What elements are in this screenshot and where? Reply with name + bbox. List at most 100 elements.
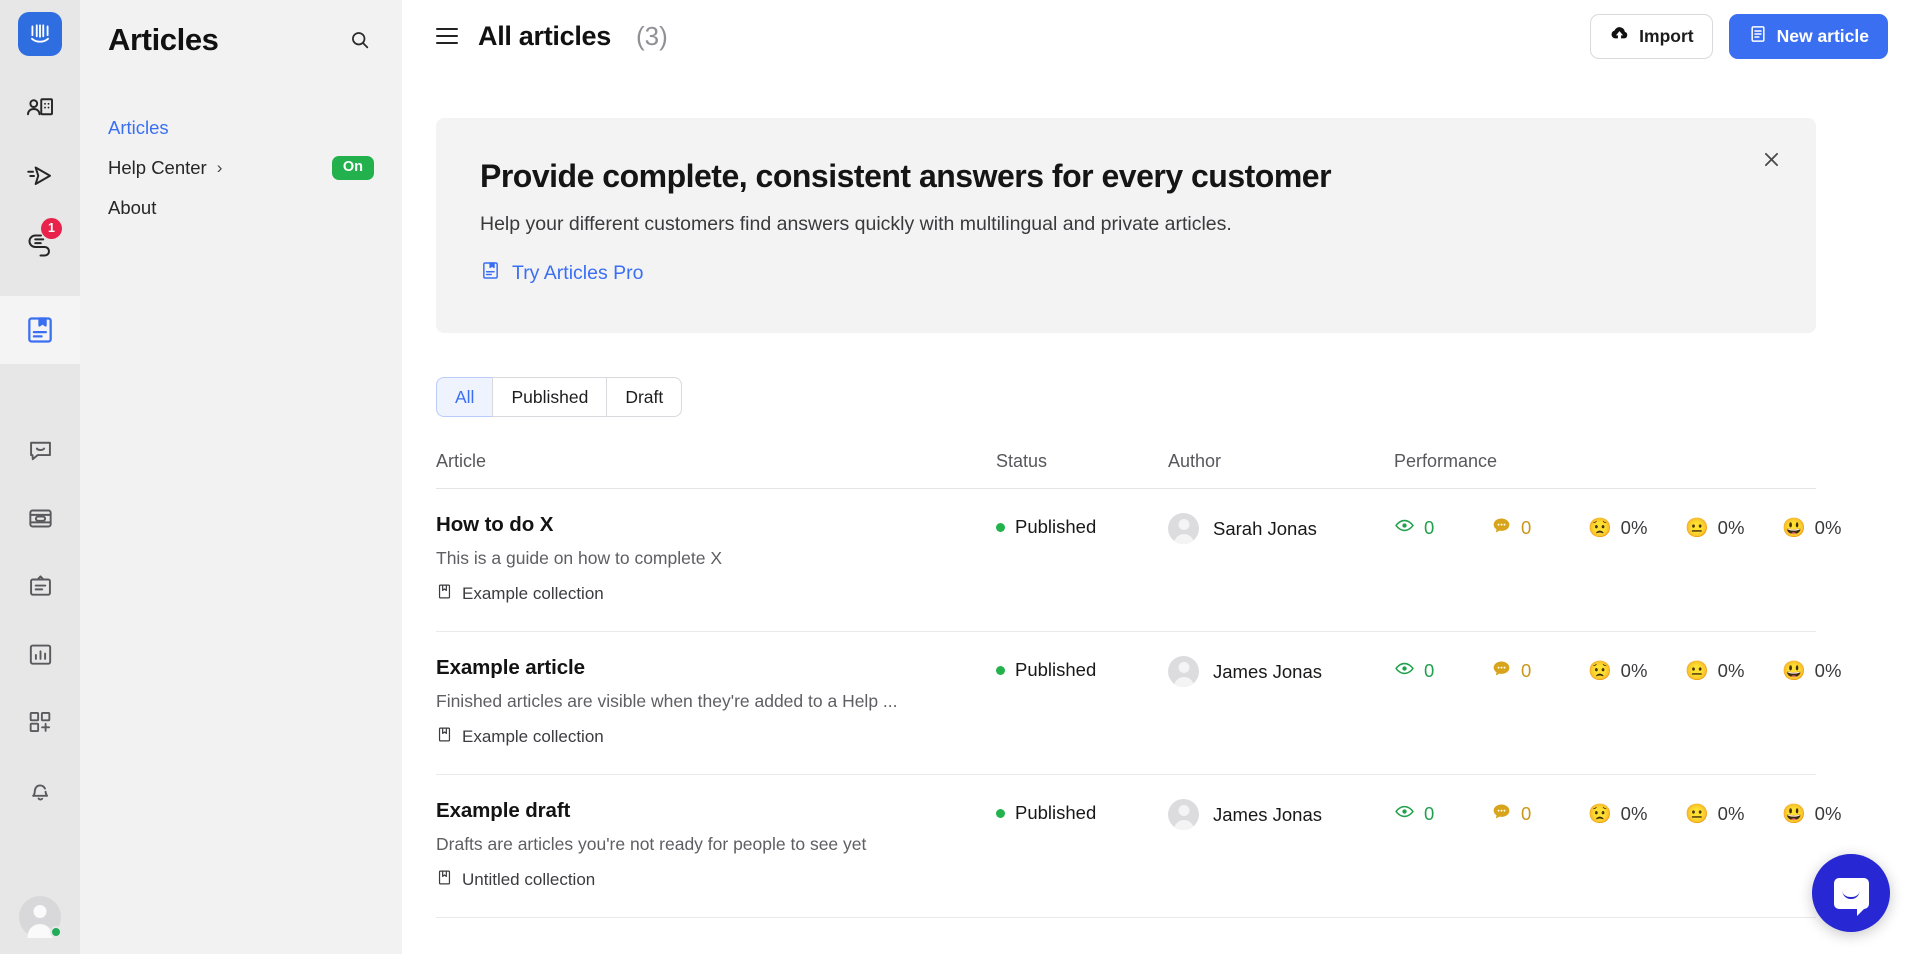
articles-table: Article Status Author Performance How to… <box>436 451 1841 918</box>
rail-item-surveys[interactable] <box>0 552 80 620</box>
avatar <box>1168 799 1199 830</box>
metric-comments: 0 <box>1491 515 1588 541</box>
neutral-face-emoji: 😐 <box>1685 517 1709 539</box>
tab-all[interactable]: All <box>436 377 493 417</box>
metric-sad-reaction: 😟 0% <box>1588 803 1685 825</box>
author-cell: James Jonas <box>1168 799 1394 830</box>
collection-book-icon <box>436 726 453 748</box>
status-dot <box>996 522 1005 532</box>
neutral-face-emoji: 😐 <box>1685 803 1709 825</box>
performance-cell: 0 0 😟 0% 😐 0% 😃 0% <box>1394 656 1879 684</box>
neutral-face-emoji: 😐 <box>1685 660 1709 682</box>
articles-sidebar: Articles Articles Help Center › On About <box>80 0 402 954</box>
avatar[interactable] <box>19 896 62 938</box>
status-dot <box>996 808 1005 818</box>
status-label: Published <box>1015 659 1097 680</box>
smile-shape <box>1842 891 1860 899</box>
rail-item-reports[interactable] <box>0 620 80 688</box>
sidebar-item-help-center[interactable]: Help Center › On <box>108 148 374 188</box>
sidebar-item-label: Articles <box>108 117 169 138</box>
sidebar-item-articles[interactable]: Articles <box>108 108 374 148</box>
tab-draft[interactable]: Draft <box>606 377 683 417</box>
sidebar-header: Articles <box>108 0 374 74</box>
metric-happy-value: 0% <box>1814 803 1842 824</box>
metric-neutral-reaction: 😐 0% <box>1685 517 1782 539</box>
sidebar-nav: Articles Help Center › On About <box>108 108 374 228</box>
author-name: James Jonas <box>1213 660 1322 682</box>
author-cell: James Jonas <box>1168 656 1394 687</box>
performance-cell: 0 0 😟 0% 😐 0% 😃 0% <box>1394 799 1879 827</box>
avatar-head <box>33 905 47 918</box>
rail-item-tours[interactable] <box>0 484 80 552</box>
table-row[interactable]: Example draft Drafts are articles you're… <box>436 775 1841 918</box>
sidebar-item-label: About <box>108 197 157 218</box>
happy-face-emoji: 😃 <box>1782 660 1806 682</box>
articles-doc-icon <box>480 260 501 287</box>
metric-sad-reaction: 😟 0% <box>1588 660 1685 682</box>
metric-views-value: 0 <box>1424 660 1435 681</box>
article-title: How to do X <box>436 513 554 536</box>
collection-book-icon <box>436 583 453 605</box>
eye-icon <box>1394 515 1415 541</box>
rail-item-outbound[interactable] <box>0 142 80 210</box>
article-cell[interactable]: Example article Finished articles are vi… <box>436 656 996 748</box>
table-row[interactable]: Example article Finished articles are vi… <box>436 632 1841 775</box>
rail-item-app-store[interactable] <box>0 688 80 756</box>
content-scroll-area: Provide complete, consistent answers for… <box>402 72 1920 954</box>
try-articles-pro-link[interactable]: Try Articles Pro <box>480 260 643 287</box>
sad-face-emoji: 😟 <box>1588 517 1612 539</box>
new-article-button[interactable]: New article <box>1728 13 1888 59</box>
close-icon[interactable] <box>1756 144 1786 174</box>
metric-views: 0 <box>1394 515 1491 541</box>
article-title: Example article <box>436 656 585 679</box>
article-cell[interactable]: Example draft Drafts are articles you're… <box>436 799 996 891</box>
collection-book-icon <box>436 869 453 891</box>
new-article-button-label: New article <box>1776 25 1869 46</box>
rail-item-notifications[interactable] <box>0 756 80 824</box>
avatar <box>1168 513 1199 544</box>
article-cell[interactable]: How to do X This is a guide on how to co… <box>436 513 996 605</box>
cloud-upload-icon <box>1609 23 1630 49</box>
hamburger-menu-icon[interactable] <box>436 23 462 49</box>
article-collection[interactable]: Untitled collection <box>436 869 996 891</box>
promo-banner-heading: Provide complete, consistent answers for… <box>480 158 1332 194</box>
status-filter-tabs: All Published Draft <box>436 377 683 417</box>
sidebar-item-about[interactable]: About <box>108 188 374 228</box>
rail-item-messenger[interactable] <box>0 416 80 484</box>
metric-neutral-value: 0% <box>1717 517 1745 538</box>
main-area: All articles (3) Import New article Prov… <box>402 0 1920 954</box>
comment-bubble-icon <box>1491 515 1512 541</box>
article-description: This is a guide on how to complete X <box>436 548 722 568</box>
promo-banner: Provide complete, consistent answers for… <box>436 118 1816 333</box>
article-collection[interactable]: Example collection <box>436 583 996 605</box>
import-button[interactable]: Import <box>1590 13 1713 59</box>
sidebar-title: Articles <box>108 22 219 57</box>
intercom-logo-icon[interactable] <box>18 12 62 56</box>
search-icon[interactable] <box>346 26 374 54</box>
metric-views-value: 0 <box>1424 517 1435 538</box>
author-cell: Sarah Jonas <box>1168 513 1394 544</box>
metric-neutral-reaction: 😐 0% <box>1685 803 1782 825</box>
tab-published[interactable]: Published <box>492 377 607 417</box>
rail-item-inbox[interactable]: 1 <box>0 210 80 278</box>
article-collection-label: Example collection <box>462 727 604 746</box>
article-description: Finished articles are visible when they'… <box>436 691 898 711</box>
metric-comments: 0 <box>1491 801 1588 827</box>
status-badge: On <box>331 156 374 180</box>
rail-item-contacts[interactable] <box>0 74 80 142</box>
rail-item-articles[interactable] <box>0 296 80 364</box>
avatar-body <box>27 924 53 938</box>
status-label: Published <box>1015 802 1097 823</box>
author-name: James Jonas <box>1213 803 1322 825</box>
article-collection[interactable]: Example collection <box>436 726 996 748</box>
table-row[interactable]: How to do X This is a guide on how to co… <box>436 489 1841 632</box>
chat-bubble-shape <box>1833 877 1869 916</box>
column-header-article: Article <box>436 451 487 471</box>
eye-icon <box>1394 658 1415 684</box>
status-label: Published <box>1015 516 1097 537</box>
inbox-unread-badge: 1 <box>41 218 62 239</box>
author-name: Sarah Jonas <box>1213 517 1317 539</box>
messenger-launcher-icon[interactable] <box>1812 854 1890 932</box>
metric-views: 0 <box>1394 658 1491 684</box>
column-header-performance: Performance <box>1394 451 1498 471</box>
